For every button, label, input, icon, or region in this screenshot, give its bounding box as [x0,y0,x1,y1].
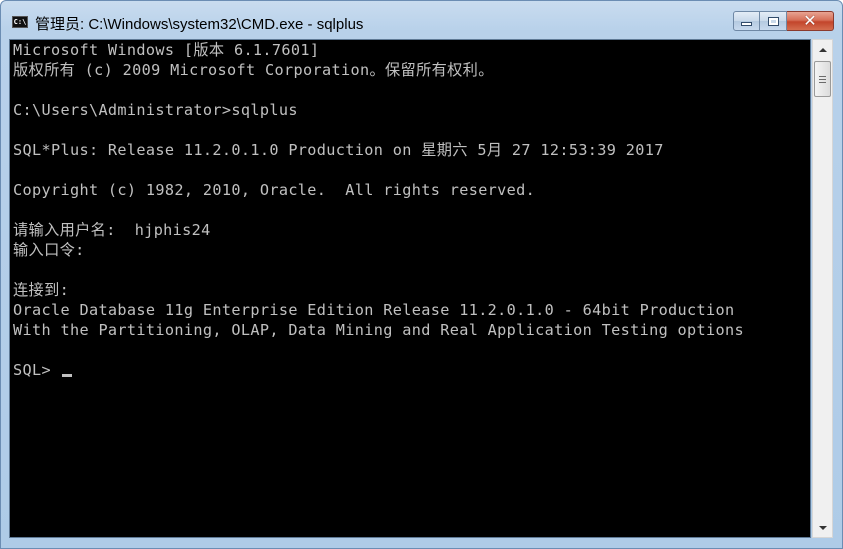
scroll-thumb[interactable] [814,61,831,97]
minimize-icon [741,22,752,26]
console-line: 请输入用户名: hjphis24 [13,221,211,239]
window-title: 管理员: C:\Windows\system32\CMD.exe - sqlpl… [35,16,364,33]
sql-prompt-line[interactable]: SQL> [13,360,744,380]
scroll-down-arrow-icon [818,525,827,530]
grip-icon [819,78,826,80]
console-line: 连接到: [13,281,70,299]
console-line: 输入口令: [13,241,85,259]
scroll-up-arrow-icon [818,47,827,52]
cmd-console-icon[interactable]: C:\ [12,16,28,28]
grip-icon [819,75,826,77]
scroll-up-button[interactable] [813,40,832,59]
console-line: Copyright (c) 1982, 2010, Oracle. All ri… [13,181,536,199]
grip-icon [819,81,826,83]
sql-prompt: SQL> [13,361,61,379]
scroll-down-button[interactable] [813,518,832,537]
title-bar[interactable]: C:\ 管理员: C:\Windows\system32\CMD.exe - s… [1,1,842,39]
maximize-button[interactable] [760,11,787,31]
text-cursor [62,374,73,377]
close-icon: ✕ [803,11,817,30]
console-line: 版权所有 (c) 2009 Microsoft Corporation。保留所有… [13,61,494,79]
console-lines: Microsoft Windows [版本 6.1.7601] 版权所有 (c) … [13,40,744,380]
console-line: C:\Users\Administrator>sqlplus [13,101,298,119]
close-button[interactable]: ✕ [787,11,834,31]
console-line: Microsoft Windows [版本 6.1.7601] [13,41,320,59]
caption-buttons: ✕ [733,11,834,32]
console-line: SQL*Plus: Release 11.2.0.1.0 Production … [13,141,664,159]
console-line: Oracle Database 11g Enterprise Edition R… [13,301,735,319]
console-line: With the Partitioning, OLAP, Data Mining… [13,321,745,339]
vertical-scrollbar[interactable] [812,39,833,538]
maximize-icon [767,16,779,26]
minimize-button[interactable] [733,11,760,31]
cmd-window: C:\ 管理员: C:\Windows\system32\CMD.exe - s… [0,0,843,549]
console-output[interactable]: Microsoft Windows [版本 6.1.7601] 版权所有 (c) … [9,39,811,538]
